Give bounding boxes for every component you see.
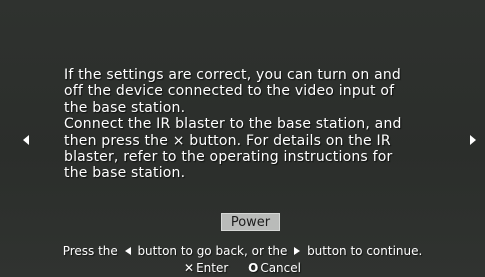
arrow-right-icon[interactable] [470,135,476,145]
controls-bar: ✕ Enter O Cancel [0,261,485,275]
help-suffix: button to continue. [307,244,423,258]
navigation-help: Press the button to go back, or the butt… [0,244,485,259]
help-prefix: Press the [62,244,118,258]
cross-button-icon: ✕ [184,261,195,275]
instruction-line: the base station. [64,99,186,116]
instruction-line: then press the × button. For details on … [64,132,391,149]
instruction-line: off the device connected to the video in… [64,83,395,100]
circle-button-icon: O [248,261,259,275]
instructions-text: If the settings are correct, you can tur… [64,67,454,182]
cancel-control[interactable]: O Cancel [248,261,301,275]
instruction-line: If the settings are correct, you can tur… [64,67,402,83]
instruction-line: the base station. [64,165,186,182]
left-arrow-icon [124,247,131,255]
enter-label: Enter [196,261,229,275]
power-button[interactable]: Power [221,213,280,231]
screen: If the settings are correct, you can tur… [0,0,485,277]
arrow-left-icon[interactable] [23,135,29,145]
right-arrow-icon [294,247,301,255]
cancel-label: Cancel [260,261,301,275]
help-middle: button to go back, or the [137,244,288,258]
instruction-line: Connect the IR blaster to the base stati… [64,116,402,133]
instruction-line: blaster, refer to the operating instruct… [64,149,393,166]
enter-control[interactable]: ✕ Enter [184,261,228,275]
